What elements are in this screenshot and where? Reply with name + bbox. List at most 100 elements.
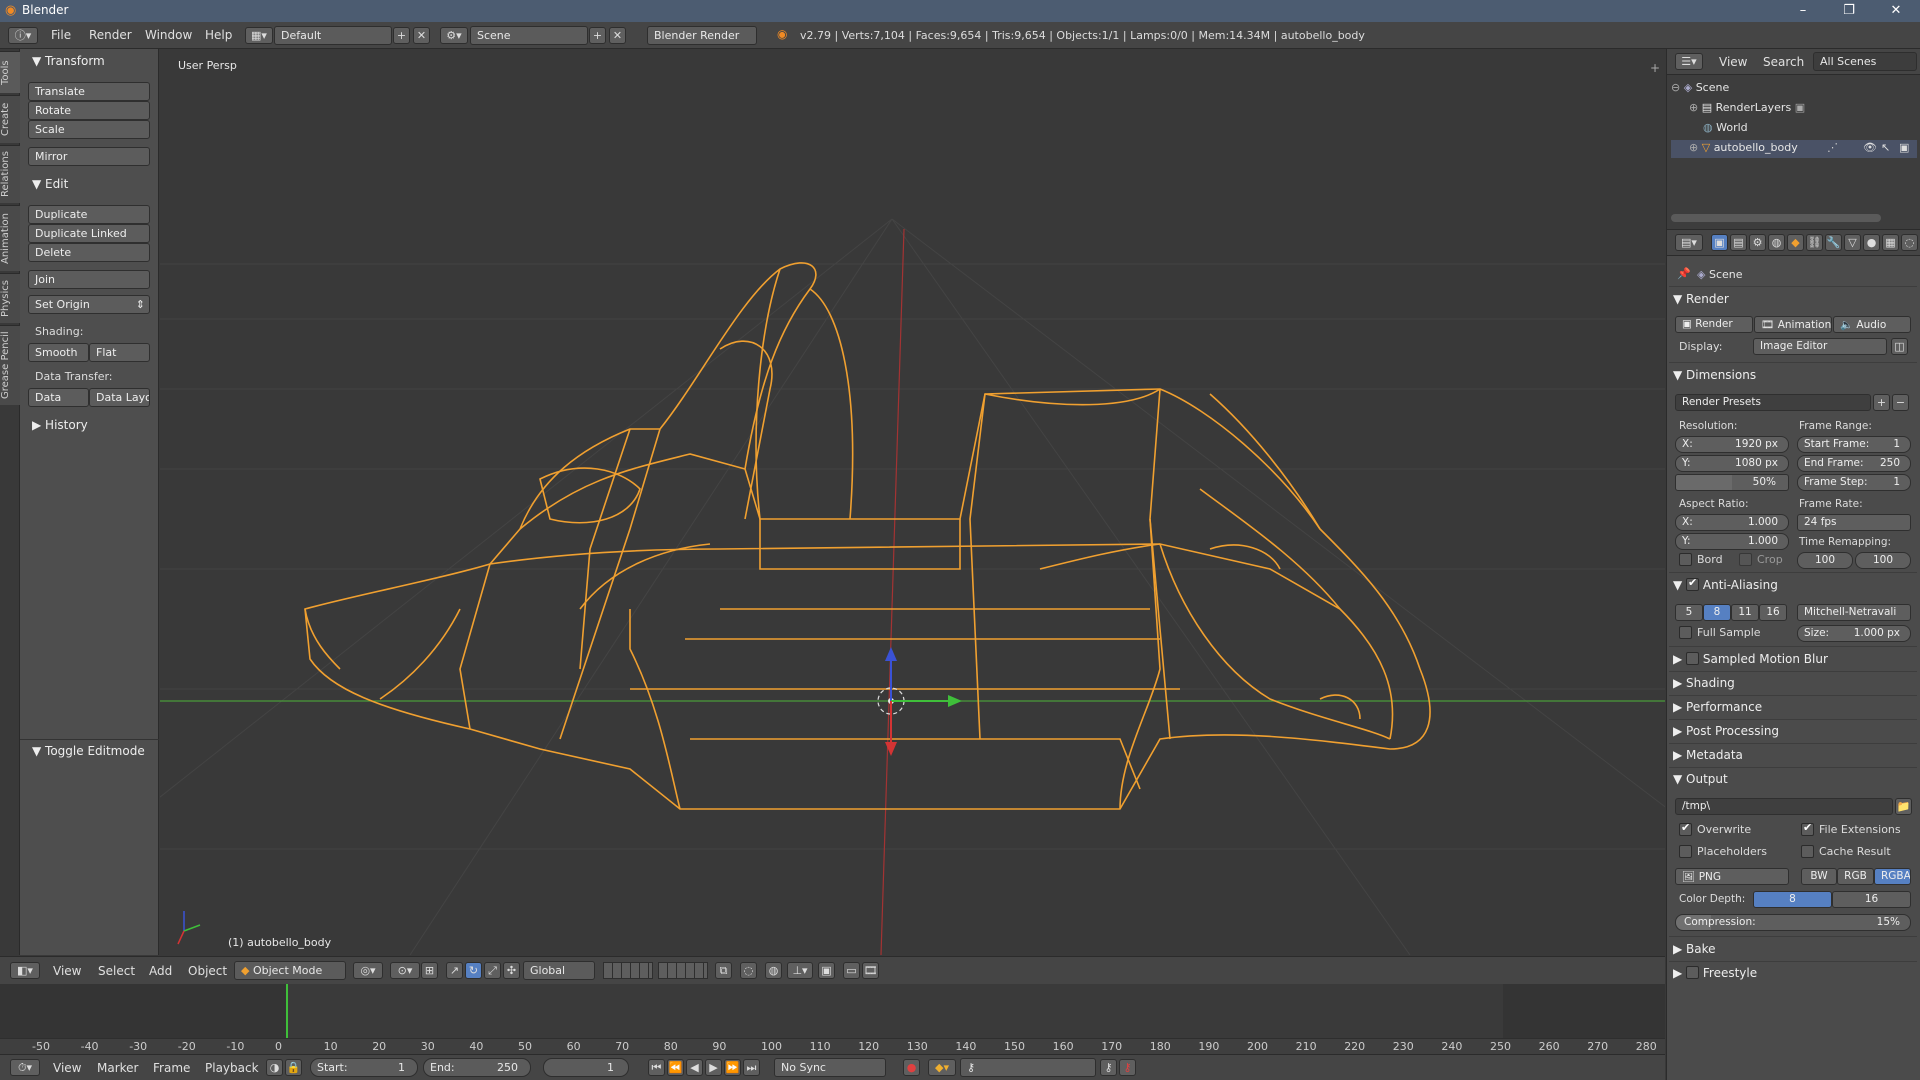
smooth-button[interactable]: Smooth: [28, 343, 89, 362]
render-layer-camera-icon[interactable]: ▣: [1795, 101, 1805, 114]
layers-grid-left[interactable]: [603, 962, 653, 979]
rotate-manipulator-icon[interactable]: ↻: [465, 962, 482, 979]
flat-button[interactable]: Flat: [89, 343, 150, 362]
viewport-shading-icon[interactable]: ◎▾: [353, 962, 383, 979]
editor-type-outliner-icon[interactable]: ☰▾: [1675, 53, 1703, 70]
color-bw-button[interactable]: BW: [1801, 868, 1837, 885]
motion-blur-panel-header[interactable]: ▶ Sampled Motion Blur: [1673, 652, 1828, 666]
full-sample-checkbox[interactable]: [1679, 626, 1692, 639]
delete-keyframe-icon[interactable]: ⚷: [1119, 1059, 1136, 1076]
editor-type-properties-icon[interactable]: ▤▾: [1675, 234, 1703, 251]
outliner-view-menu[interactable]: View: [1719, 55, 1747, 69]
remap-old-field[interactable]: 100: [1797, 552, 1853, 569]
record-icon[interactable]: ●: [903, 1059, 920, 1076]
layers-grid-right[interactable]: [658, 962, 708, 979]
3d-viewport[interactable]: User Persp (1) autobello_body +: [160, 49, 1665, 955]
filter-size-field[interactable]: Size: 1.000 px: [1797, 625, 1911, 642]
info-editor-type-icon[interactable]: ⓘ▾: [8, 27, 38, 44]
set-origin-dropdown[interactable]: Set Origin ⇕: [28, 295, 150, 314]
data-button[interactable]: Data: [28, 388, 89, 407]
aspect-y-field[interactable]: Y: 1.000: [1675, 533, 1789, 550]
current-frame-line[interactable]: [286, 984, 288, 1038]
add-preset-icon[interactable]: +: [1873, 394, 1890, 411]
render-button[interactable]: ▣ Render: [1675, 316, 1753, 333]
render-layers-context-icon[interactable]: ▤: [1730, 234, 1747, 251]
menu-select[interactable]: Select: [98, 964, 135, 978]
timeline[interactable]: -50 -40 -30 -20 -10 0 10 20 30 40 50 60 70 80 90 100 110…: [0, 984, 1665, 1054]
file-format-selector[interactable]: 🖼 PNG: [1675, 868, 1789, 885]
maximize-button[interactable]: ❐: [1826, 0, 1872, 22]
color-rgb-button[interactable]: RGB: [1837, 868, 1874, 885]
bake-panel-header[interactable]: ▶ Bake: [1673, 942, 1716, 956]
frame-rate-selector[interactable]: 24 fps: [1797, 514, 1911, 531]
expand-icon[interactable]: ⊕: [1689, 101, 1698, 114]
browse-folder-icon[interactable]: 📁: [1895, 798, 1912, 815]
scale-manipulator-icon[interactable]: ⤢: [484, 962, 501, 979]
compression-slider[interactable]: Compression: 15%: [1675, 914, 1911, 931]
timeline-menu-view[interactable]: View: [53, 1061, 81, 1075]
border-checkbox[interactable]: [1679, 553, 1692, 566]
renderable-camera-icon[interactable]: ▣: [1899, 141, 1909, 154]
viewport-canvas[interactable]: [160, 49, 1665, 955]
texture-context-icon[interactable]: ▦: [1882, 234, 1899, 251]
screen-layout-icon[interactable]: ▦▾: [245, 27, 273, 44]
remove-layout-icon[interactable]: ✕: [413, 27, 430, 44]
timeline-menu-marker[interactable]: Marker: [97, 1061, 138, 1075]
menu-view[interactable]: View: [53, 964, 81, 978]
menu-render[interactable]: Render: [89, 28, 132, 42]
physics-context-icon[interactable]: ◌: [1901, 234, 1918, 251]
output-panel-header[interactable]: ▼ Output: [1673, 772, 1728, 786]
minimize-button[interactable]: –: [1780, 0, 1826, 22]
end-frame-field[interactable]: End: 250: [423, 1058, 531, 1077]
translate-manipulator-icon[interactable]: ↗: [446, 962, 463, 979]
metadata-panel-header[interactable]: ▶ Metadata: [1673, 748, 1743, 762]
start-frame-field[interactable]: Start: 1: [310, 1058, 418, 1077]
aa-samples-16[interactable]: 16: [1759, 604, 1787, 621]
menu-file[interactable]: File: [51, 28, 71, 42]
collapse-icon[interactable]: ⊖: [1671, 81, 1680, 94]
crop-checkbox[interactable]: [1739, 553, 1752, 566]
keying-icon[interactable]: ◆▾: [928, 1059, 956, 1076]
sync-mode-selector[interactable]: No Sync: [774, 1058, 886, 1077]
transform-panel-header[interactable]: ▼ Transform: [32, 51, 105, 71]
snap-target-icon[interactable]: ▣: [818, 962, 835, 979]
mode-selector[interactable]: ◆ Object Mode: [234, 961, 346, 980]
pin-icon[interactable]: 📌: [1677, 267, 1691, 280]
resolution-x-field[interactable]: X: 1920 px: [1675, 436, 1789, 453]
menu-object[interactable]: Object: [188, 964, 227, 978]
pivot-point-icon[interactable]: ⊙▾: [390, 962, 420, 979]
jump-end-icon[interactable]: ⏭: [743, 1059, 760, 1076]
color-rgba-button[interactable]: RGBA: [1874, 868, 1911, 885]
combined-manipulator-icon[interactable]: ✣: [503, 962, 520, 979]
mirror-button[interactable]: Mirror: [28, 147, 150, 166]
scale-button[interactable]: Scale: [28, 120, 150, 139]
visibility-eye-icon[interactable]: 👁: [1863, 141, 1877, 154]
material-context-icon[interactable]: ●: [1863, 234, 1880, 251]
aspect-x-field[interactable]: X: 1.000: [1675, 514, 1789, 531]
editor-type-3d-icon[interactable]: ◧▾: [10, 962, 40, 979]
layout-selector[interactable]: Default: [274, 26, 392, 45]
outliner-row-object[interactable]: ⊕ ▽ autobello_body: [1689, 141, 1798, 154]
motion-blur-checkbox[interactable]: [1686, 652, 1700, 665]
manipulator-toggle-icon[interactable]: ⊞: [421, 962, 438, 979]
outliner-row-scene[interactable]: ⊖ ◈ Scene: [1671, 81, 1729, 94]
object-context-icon[interactable]: ◆: [1787, 234, 1804, 251]
keying-set-field[interactable]: ⚷: [960, 1058, 1096, 1077]
play-reverse-icon[interactable]: ◀: [686, 1059, 703, 1076]
color-depth-16-button[interactable]: 16: [1832, 891, 1911, 908]
cache-result-checkbox[interactable]: [1801, 845, 1814, 858]
tab-grease-pencil[interactable]: Grease Pencil: [0, 325, 20, 405]
render-presets-selector[interactable]: Render Presets: [1675, 394, 1871, 411]
opengl-anim-icon[interactable]: 🎞: [862, 962, 879, 979]
jump-start-icon[interactable]: ⏮: [648, 1059, 665, 1076]
placeholders-checkbox[interactable]: [1679, 845, 1692, 858]
frame-step-field[interactable]: Frame Step: 1: [1797, 474, 1911, 491]
display-selector[interactable]: Image Editor: [1753, 338, 1887, 355]
freestyle-panel-header[interactable]: ▶ Freestyle: [1673, 966, 1757, 980]
end-frame-field[interactable]: End Frame: 250: [1797, 455, 1911, 472]
tab-tools[interactable]: Tools: [0, 51, 20, 93]
add-scene-icon[interactable]: +: [589, 27, 606, 44]
output-path-field[interactable]: /tmp\: [1675, 798, 1893, 815]
scene-selector[interactable]: Scene: [470, 26, 588, 45]
render-panel-header[interactable]: ▼ Render: [1673, 292, 1729, 306]
